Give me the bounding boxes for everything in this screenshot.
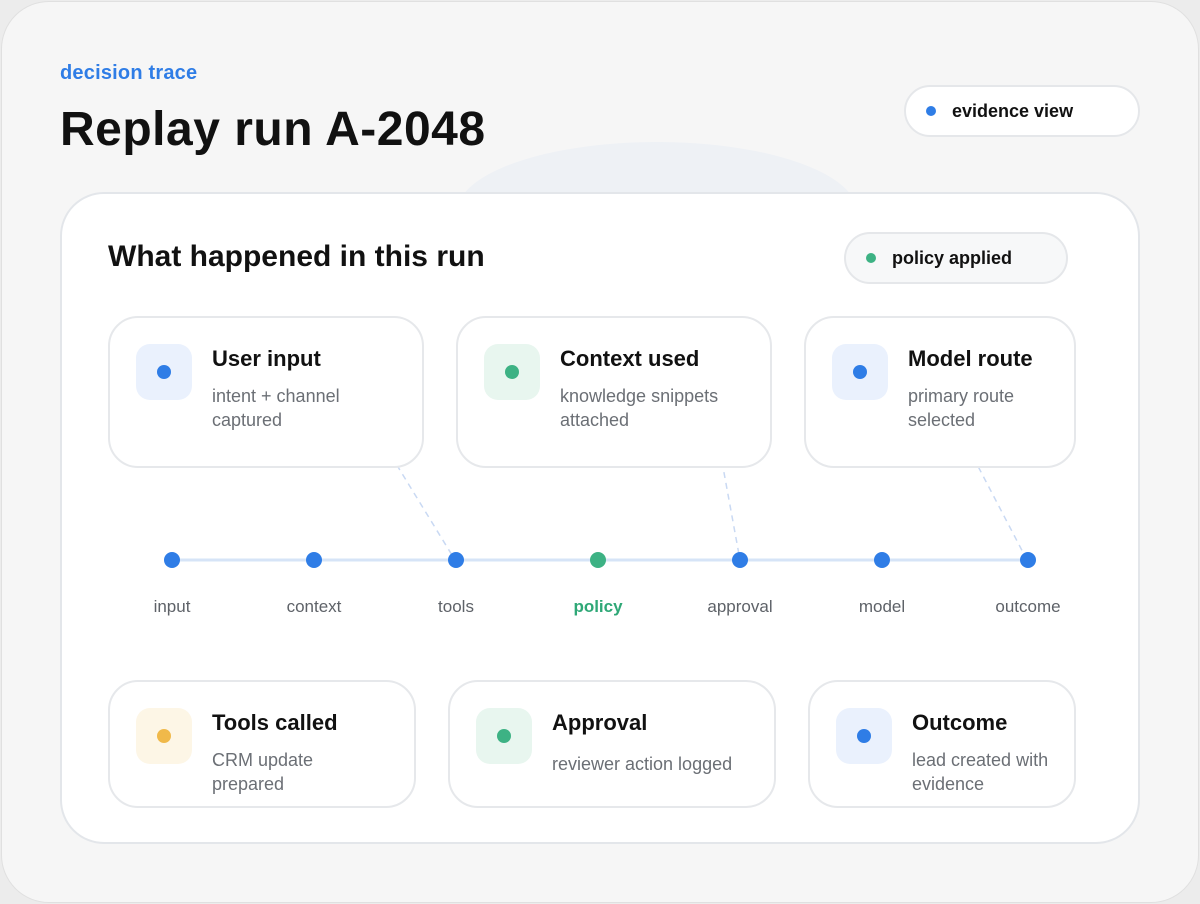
step-card-tools-called[interactable]: Tools called CRM update prepared — [108, 680, 416, 808]
step-icon — [484, 344, 540, 400]
step-description: reviewer action logged — [552, 754, 733, 774]
timeline-node-model[interactable] — [874, 552, 890, 568]
green-dot-icon — [505, 365, 519, 379]
step-card-outcome[interactable]: Outcome lead created with evidence — [808, 680, 1076, 808]
step-icon — [832, 344, 888, 400]
step-card-user-input[interactable]: User input intent + channel captured — [108, 316, 424, 468]
step-icon — [136, 708, 192, 764]
step-description: primary route selected — [908, 386, 1015, 430]
timeline-label-context: context — [286, 597, 342, 616]
timeline-node-outcome[interactable] — [1020, 552, 1036, 568]
step-icon — [836, 708, 892, 764]
timeline-node-tools[interactable] — [448, 552, 464, 568]
step-icon — [136, 344, 192, 400]
blue-dot-icon — [157, 365, 171, 379]
step-description: knowledge snippets attached — [560, 386, 719, 430]
timeline-label-approval: approval — [707, 597, 773, 616]
step-card-approval[interactable]: Approval reviewer action logged — [448, 680, 776, 808]
timeline-label-input: input — [153, 597, 191, 616]
step-description: CRM update prepared — [212, 750, 314, 794]
step-title: User input — [212, 346, 321, 371]
step-title: Model route — [908, 346, 1033, 371]
blue-dot-icon — [853, 365, 867, 379]
step-title: Tools called — [212, 710, 338, 735]
step-card-model-route[interactable]: Model route primary route selected — [804, 316, 1076, 468]
blue-dot-icon — [857, 729, 871, 743]
step-description: intent + channel captured — [212, 386, 340, 430]
green-dot-icon — [497, 729, 511, 743]
amber-dot-icon — [157, 729, 171, 743]
step-description: lead created with evidence — [912, 750, 1049, 794]
timeline-label-policy: policy — [573, 597, 623, 616]
timeline-node-approval[interactable] — [732, 552, 748, 568]
timeline-label-outcome: outcome — [995, 597, 1061, 616]
timeline-node-context[interactable] — [306, 552, 322, 568]
timeline-node-input[interactable] — [164, 552, 180, 568]
timeline-node-policy[interactable] — [590, 552, 606, 568]
step-title: Approval — [552, 710, 648, 735]
step-title: Outcome — [912, 710, 1008, 735]
step-title: Context used — [560, 346, 700, 371]
step-icon — [476, 708, 532, 764]
timeline-label-model: model — [858, 597, 906, 616]
step-card-context-used[interactable]: Context used knowledge snippets attached — [456, 316, 772, 468]
timeline-label-tools: tools — [438, 597, 474, 616]
